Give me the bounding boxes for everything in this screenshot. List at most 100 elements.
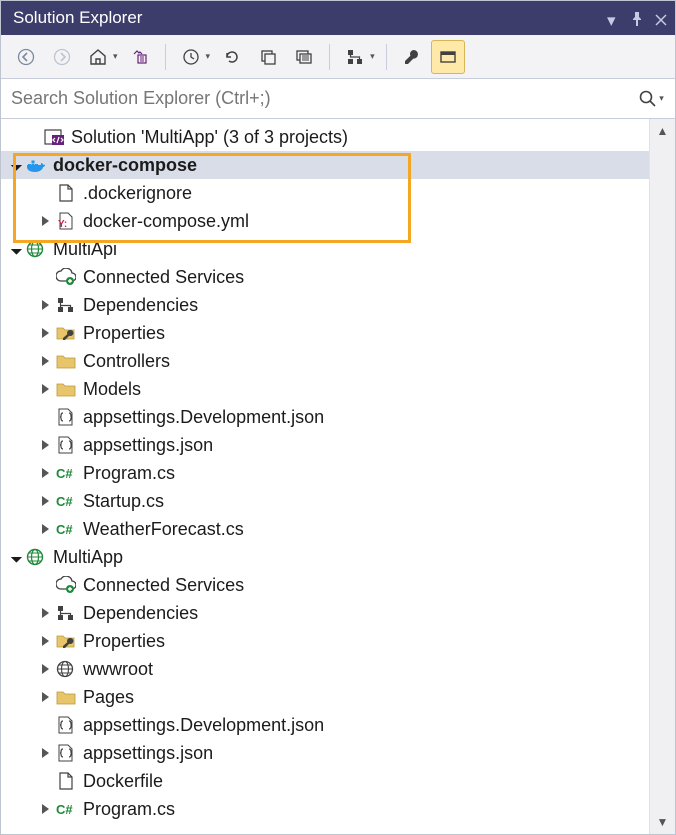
expander-icon[interactable]: [37, 297, 53, 313]
svg-text:Y:: Y:: [58, 219, 67, 230]
tree-item-label: MultiApp: [53, 547, 123, 568]
cs-icon: C#: [55, 799, 77, 819]
web-proj-icon: [25, 239, 47, 259]
svg-text:C#: C#: [56, 466, 73, 481]
tree-item[interactable]: MultiApp: [1, 543, 649, 571]
tree-item-label: Solution 'MultiApp' (3 of 3 projects): [71, 127, 348, 148]
pin-icon[interactable]: [631, 11, 645, 25]
tree-item[interactable]: appsettings.json: [1, 739, 649, 767]
expander-icon[interactable]: [37, 521, 53, 537]
solution-icon: [43, 127, 65, 147]
tree-item-label: appsettings.Development.json: [83, 407, 324, 428]
tree-item[interactable]: Models: [1, 375, 649, 403]
tree-item-label: Dockerfile: [83, 771, 163, 792]
json-icon: [55, 715, 77, 735]
tree-item-label: Startup.cs: [83, 491, 164, 512]
panel-title: Solution Explorer: [13, 8, 142, 28]
tree-item-label: appsettings.Development.json: [83, 715, 324, 736]
collapse-all-button[interactable]: [251, 40, 285, 74]
folder-icon: [55, 379, 77, 399]
tree-item-label: MultiApi: [53, 239, 117, 260]
scrollbar[interactable]: ▲ ▼: [649, 119, 675, 834]
tree-item[interactable]: Dockerfile: [1, 767, 649, 795]
tree-item[interactable]: Properties: [1, 627, 649, 655]
close-icon[interactable]: [655, 11, 669, 25]
tree-item-label: docker-compose.yml: [83, 211, 249, 232]
wrench-folder-icon: [55, 323, 77, 343]
tree-item[interactable]: .dockerignore: [1, 179, 649, 207]
tree-item-label: Models: [83, 379, 141, 400]
tree-item[interactable]: appsettings.Development.json: [1, 711, 649, 739]
expander-icon[interactable]: [37, 325, 53, 341]
show-all-files-button[interactable]: [287, 40, 321, 74]
tree-item[interactable]: C#WeatherForecast.cs: [1, 515, 649, 543]
tree-item[interactable]: MultiApi: [1, 235, 649, 263]
json-icon: [55, 743, 77, 763]
class-view-button[interactable]: [338, 40, 372, 74]
tree-item[interactable]: Solution 'MultiApp' (3 of 3 projects): [1, 123, 649, 151]
tree-item[interactable]: appsettings.json: [1, 431, 649, 459]
tree-item-label: Properties: [83, 323, 165, 344]
expander-icon[interactable]: [37, 745, 53, 761]
tree-item[interactable]: appsettings.Development.json: [1, 403, 649, 431]
tree-item-label: Connected Services: [83, 267, 244, 288]
docker-proj-icon: [25, 155, 47, 175]
expander-icon[interactable]: [37, 605, 53, 621]
window-menu-icon[interactable]: ▾: [607, 11, 621, 25]
expander-icon[interactable]: [37, 213, 53, 229]
tree-item[interactable]: C# Program.cs: [1, 795, 649, 823]
deps-icon: [55, 603, 77, 623]
expander-icon[interactable]: [37, 661, 53, 677]
tree-item-label: Properties: [83, 631, 165, 652]
tree-item[interactable]: wwwroot: [1, 655, 649, 683]
preview-button[interactable]: [431, 40, 465, 74]
scroll-down-icon[interactable]: ▼: [657, 810, 669, 834]
history-button[interactable]: [174, 40, 208, 74]
expander-icon[interactable]: [37, 381, 53, 397]
expander-icon[interactable]: [37, 689, 53, 705]
expander-icon[interactable]: [37, 801, 53, 817]
file-icon: [55, 183, 77, 203]
expander-icon[interactable]: [37, 353, 53, 369]
home-button[interactable]: [81, 40, 115, 74]
nav-forward-button[interactable]: [45, 40, 79, 74]
tree-item[interactable]: Controllers: [1, 347, 649, 375]
tree-item-label: Dependencies: [83, 603, 198, 624]
tree-view[interactable]: Solution 'MultiApp' (3 of 3 projects) doc…: [1, 119, 649, 834]
tree-item-label: Program.cs: [83, 799, 175, 820]
deps-icon: [55, 295, 77, 315]
tree-item-label: Connected Services: [83, 575, 244, 596]
sync-button[interactable]: [123, 40, 157, 74]
tree-item[interactable]: C# Startup.cs: [1, 487, 649, 515]
tree-item[interactable]: Y: docker-compose.yml: [1, 207, 649, 235]
tree-item[interactable]: Dependencies: [1, 599, 649, 627]
folder-icon: [55, 687, 77, 707]
tree-item[interactable]: docker-compose: [1, 151, 649, 179]
tree-item[interactable]: C#Program.cs: [1, 459, 649, 487]
tree-item[interactable]: Dependencies: [1, 291, 649, 319]
expander-icon[interactable]: [7, 549, 23, 565]
expander-icon[interactable]: [37, 633, 53, 649]
search-icon[interactable]: ▾: [637, 89, 665, 109]
properties-button[interactable]: [395, 40, 429, 74]
scroll-up-icon[interactable]: ▲: [657, 119, 669, 143]
folder-icon: [55, 351, 77, 371]
tree-item[interactable]: Properties: [1, 319, 649, 347]
globe-icon: [55, 659, 77, 679]
expander-icon[interactable]: [7, 157, 23, 173]
nav-back-button[interactable]: [9, 40, 43, 74]
tree-item-label: .dockerignore: [83, 183, 192, 204]
tree-item[interactable]: Connected Services: [1, 571, 649, 599]
expander-icon[interactable]: [7, 241, 23, 257]
expander-icon[interactable]: [37, 437, 53, 453]
svg-text:C#: C#: [56, 494, 73, 509]
expander-icon[interactable]: [37, 465, 53, 481]
tree-item-label: Dependencies: [83, 295, 198, 316]
search-input[interactable]: [11, 88, 637, 109]
json-icon: [55, 407, 77, 427]
tree-item[interactable]: Connected Services: [1, 263, 649, 291]
expander-icon[interactable]: [37, 493, 53, 509]
svg-text:C#: C#: [56, 802, 73, 817]
tree-item[interactable]: Pages: [1, 683, 649, 711]
refresh-button[interactable]: [215, 40, 249, 74]
